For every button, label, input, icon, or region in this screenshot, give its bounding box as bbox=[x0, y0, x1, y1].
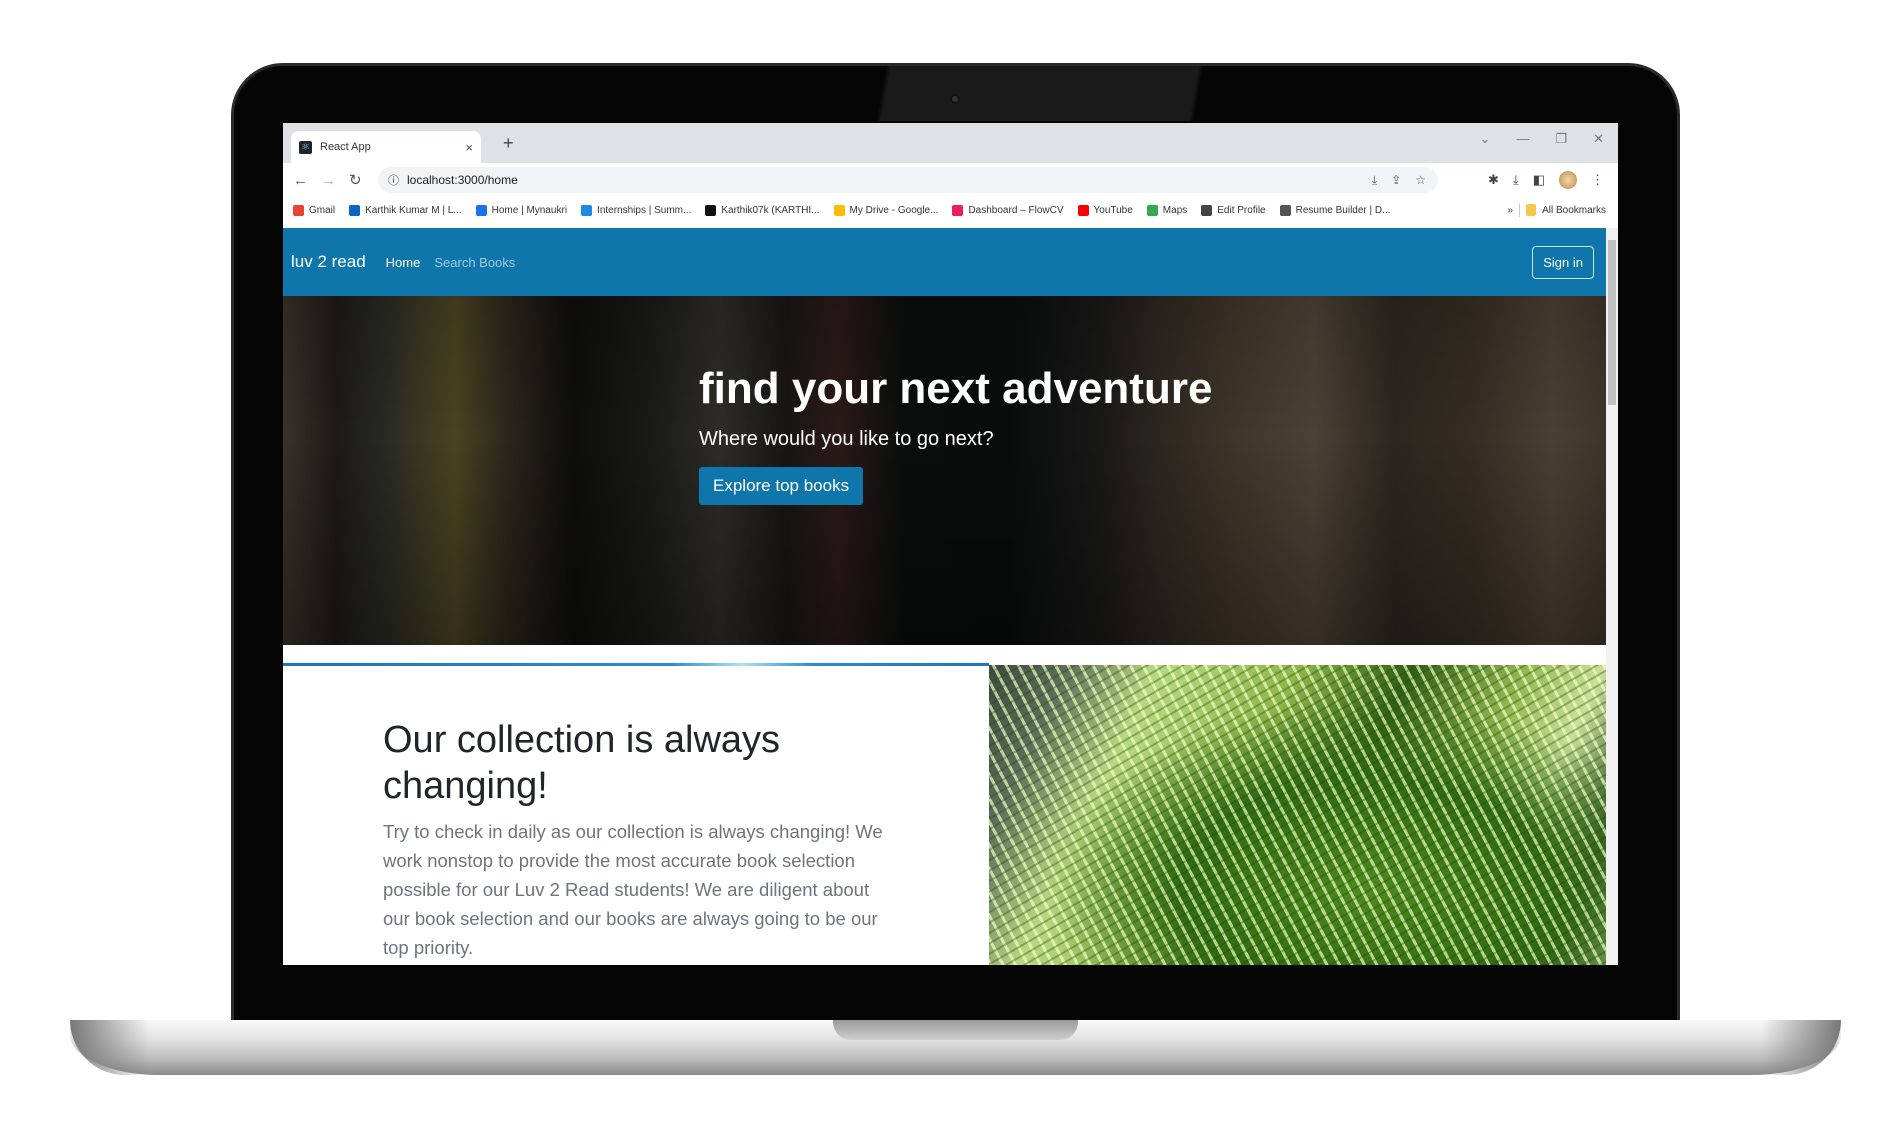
tab-title: React App bbox=[320, 141, 371, 153]
bookmark-item[interactable]: Home | Mynaukri bbox=[475, 204, 568, 216]
tab-react-app[interactable]: ⚛ React App × bbox=[291, 131, 481, 163]
menu-icon[interactable]: ⋮ bbox=[1591, 172, 1604, 188]
hero-subtitle: Where would you like to go next? bbox=[699, 428, 994, 450]
bookmark-item[interactable]: Karthik07k (KARTHI... bbox=[705, 204, 820, 216]
bookmark-item[interactable]: Maps bbox=[1146, 204, 1188, 216]
url-bar[interactable]: ⓘ localhost:3000/home ⤓ ⇪ ☆ bbox=[378, 167, 1438, 193]
bookmarks-overflow-icon[interactable]: » bbox=[1508, 205, 1514, 216]
maximize-icon[interactable]: ❐ bbox=[1555, 131, 1567, 147]
bookmark-favicon-icon bbox=[581, 204, 593, 216]
bookmark-label: Gmail bbox=[309, 204, 336, 216]
bookmark-label: YouTube bbox=[1093, 204, 1133, 216]
bookmark-favicon-icon bbox=[833, 204, 845, 216]
forward-icon[interactable]: → bbox=[321, 172, 339, 189]
info-icon[interactable]: ⓘ bbox=[388, 172, 399, 188]
bookmark-label: My Drive - Google... bbox=[849, 204, 939, 216]
url-text[interactable]: localhost:3000/home bbox=[407, 173, 518, 187]
nav-search-books[interactable]: Search Books bbox=[434, 255, 515, 270]
new-tab-icon[interactable]: + bbox=[503, 133, 514, 154]
all-bookmarks[interactable]: All Bookmarks bbox=[1542, 205, 1606, 216]
brand-logo[interactable]: luv 2 read bbox=[291, 252, 366, 272]
sign-in-button[interactable]: Sign in bbox=[1532, 245, 1594, 279]
collection-section: Our collection is always changing! Try t… bbox=[283, 645, 1606, 965]
bookmark-favicon-icon bbox=[1146, 204, 1158, 216]
bookmark-item[interactable]: Dashboard – FlowCV bbox=[952, 204, 1064, 216]
hero-banner: find your next adventure Where would you… bbox=[283, 296, 1606, 645]
side-panel-icon[interactable]: ◧ bbox=[1533, 172, 1545, 188]
collection-body: Try to check in daily as our collection … bbox=[383, 821, 883, 958]
nav-home[interactable]: Home bbox=[386, 255, 421, 270]
close-tab-icon[interactable]: × bbox=[465, 140, 473, 155]
tab-bar: ⚛ React App × + ⌄ — ❐ ✕ bbox=[283, 123, 1618, 163]
back-icon[interactable]: ← bbox=[293, 172, 311, 189]
share-icon[interactable]: ⇪ bbox=[1391, 173, 1401, 188]
scrollbar[interactable] bbox=[1606, 228, 1618, 965]
scrollbar-thumb[interactable] bbox=[1608, 240, 1616, 405]
webcam bbox=[950, 94, 960, 104]
hero-title: find your next adventure bbox=[699, 364, 1213, 413]
bookmark-item[interactable]: YouTube bbox=[1077, 204, 1133, 216]
extensions-icon[interactable]: ✱ bbox=[1488, 172, 1499, 188]
bookmark-item[interactable]: Edit Profile bbox=[1201, 204, 1266, 216]
react-favicon-icon: ⚛ bbox=[299, 140, 312, 154]
bookmark-label: Edit Profile bbox=[1217, 204, 1266, 216]
bookmark-label: Dashboard – FlowCV bbox=[968, 204, 1064, 216]
address-row: ← → ↻ ⓘ localhost:3000/home ⤓ ⇪ ☆ ✱ ⤓ ◧ … bbox=[283, 163, 1618, 197]
profile-avatar[interactable] bbox=[1559, 171, 1577, 189]
bookmarks-bar: Gmail Karthik Kumar M | L... Home | Mynauk… bbox=[283, 197, 1618, 223]
bookmark-item[interactable]: Resume Builder | D... bbox=[1279, 204, 1391, 216]
bookmark-label: Karthik07k (KARTHI... bbox=[721, 204, 820, 216]
bookmark-item[interactable]: My Drive - Google... bbox=[833, 204, 939, 216]
folder-icon bbox=[1526, 204, 1537, 216]
explore-top-books-button[interactable]: Explore top books bbox=[699, 467, 864, 505]
collection-heading: Our collection is always changing! bbox=[383, 719, 781, 807]
bookmark-label: Internships | Summ... bbox=[597, 204, 692, 216]
bookmark-favicon-icon bbox=[1279, 204, 1291, 216]
bookmark-label: Karthik Kumar M | L... bbox=[365, 204, 462, 216]
bezel-reflection bbox=[780, 66, 1300, 121]
bookmark-favicon-icon bbox=[705, 204, 717, 216]
bookmark-item[interactable]: Gmail bbox=[293, 204, 336, 216]
bookmark-item[interactable]: Karthik Kumar M | L... bbox=[349, 204, 462, 216]
download-icon[interactable]: ⤓ bbox=[1513, 172, 1519, 188]
reload-icon[interactable]: ↻ bbox=[349, 171, 367, 189]
leaf-image bbox=[989, 665, 1606, 965]
bookmark-label: Resume Builder | D... bbox=[1295, 204, 1391, 216]
bookmark-favicon-icon bbox=[475, 204, 487, 216]
bookmark-label: Home | Mynaukri bbox=[491, 204, 568, 216]
bookmark-favicon-icon bbox=[349, 204, 361, 216]
laptop-hinge bbox=[833, 1020, 1078, 1040]
bookmark-favicon-icon bbox=[1201, 204, 1213, 216]
close-window-icon[interactable]: ✕ bbox=[1593, 131, 1604, 147]
bookmark-label: Maps bbox=[1162, 204, 1188, 216]
bookmark-item[interactable]: Internships | Summ... bbox=[581, 204, 692, 216]
star-icon[interactable]: ☆ bbox=[1415, 173, 1426, 188]
bookmark-favicon-icon bbox=[293, 204, 304, 216]
install-icon[interactable]: ⤓ bbox=[1372, 173, 1377, 188]
minimize-icon[interactable]: — bbox=[1516, 131, 1529, 147]
browser-window: ⚛ React App × + ⌄ — ❐ ✕ ← → ↻ ⓘ localhos… bbox=[283, 123, 1618, 965]
bookmark-favicon-icon bbox=[1077, 204, 1089, 216]
navbar: luv 2 read Home Search Books Sign in bbox=[283, 228, 1606, 296]
section-divider bbox=[283, 663, 989, 666]
bookmark-favicon-icon bbox=[952, 204, 964, 216]
web-page: luv 2 read Home Search Books Sign in fin… bbox=[283, 228, 1606, 965]
tab-search-icon[interactable]: ⌄ bbox=[1480, 131, 1491, 147]
